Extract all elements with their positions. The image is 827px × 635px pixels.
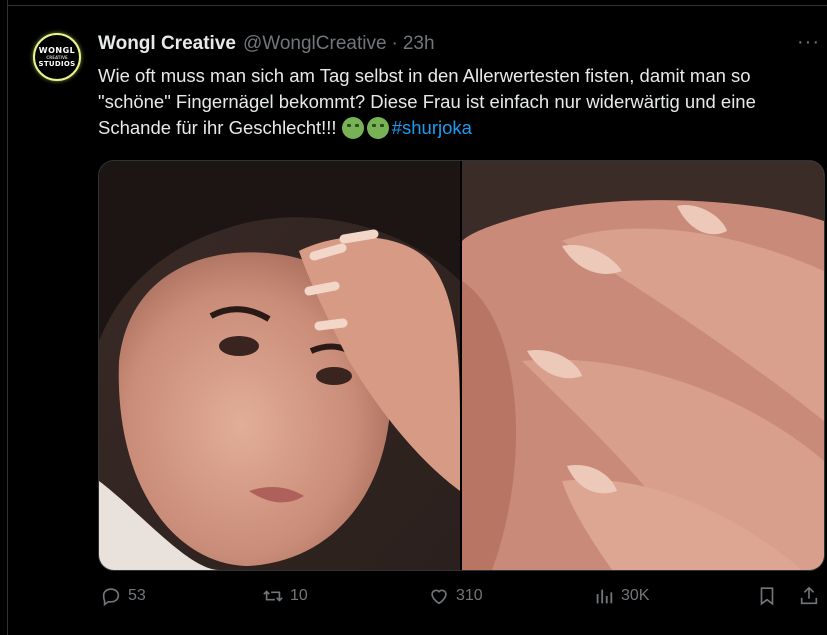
tweet-text: Wie oft muss man sich am Tag selbst in d… bbox=[98, 63, 822, 141]
photo-fingernails-closeup[interactable] bbox=[462, 161, 824, 570]
like-count: 310 bbox=[456, 587, 483, 604]
separator: · bbox=[391, 33, 398, 54]
tweet-header: Wongl Creative @WonglCreative · 23h bbox=[98, 33, 435, 55]
views-count: 30K bbox=[621, 587, 650, 604]
timeline-divider bbox=[7, 0, 8, 635]
like-button[interactable]: 310 bbox=[428, 585, 483, 607]
share-icon bbox=[800, 586, 818, 605]
analytics-icon bbox=[596, 589, 613, 604]
bookmark-icon bbox=[760, 587, 774, 606]
views-button[interactable]: 30K bbox=[593, 585, 649, 607]
reply-button[interactable]: 53 bbox=[100, 585, 146, 607]
tweet-media[interactable] bbox=[98, 160, 825, 571]
bookmark-button[interactable] bbox=[756, 585, 784, 607]
heart-icon bbox=[431, 589, 447, 605]
author-name[interactable]: Wongl Creative bbox=[98, 33, 236, 55]
avatar[interactable]: WONGL CREATIVE STUDIOS bbox=[33, 33, 81, 81]
retweet-button[interactable]: 10 bbox=[262, 585, 308, 607]
more-options-icon[interactable]: ··· bbox=[797, 31, 820, 54]
reply-count: 53 bbox=[128, 587, 146, 604]
nauseated-face-icon bbox=[366, 117, 389, 139]
tweet-actions: 53 10 310 30K bbox=[0, 585, 827, 619]
avatar-text-line1: WONGL bbox=[38, 45, 76, 55]
tweet-top-divider bbox=[7, 5, 827, 6]
avatar-text-line2: CREATIVE bbox=[46, 54, 68, 60]
hashtag-link[interactable]: #shurjoka bbox=[392, 117, 472, 138]
photo-face-hand[interactable] bbox=[99, 161, 460, 570]
tweet-timestamp[interactable]: 23h bbox=[403, 33, 435, 55]
nauseated-face-icon bbox=[341, 117, 364, 139]
author-handle[interactable]: @WonglCreative bbox=[243, 33, 387, 55]
share-button[interactable] bbox=[798, 585, 826, 607]
reply-icon bbox=[102, 588, 120, 607]
retweet-icon bbox=[263, 590, 283, 602]
avatar-text-line3: STUDIOS bbox=[38, 59, 76, 68]
retweet-count: 10 bbox=[290, 587, 308, 604]
